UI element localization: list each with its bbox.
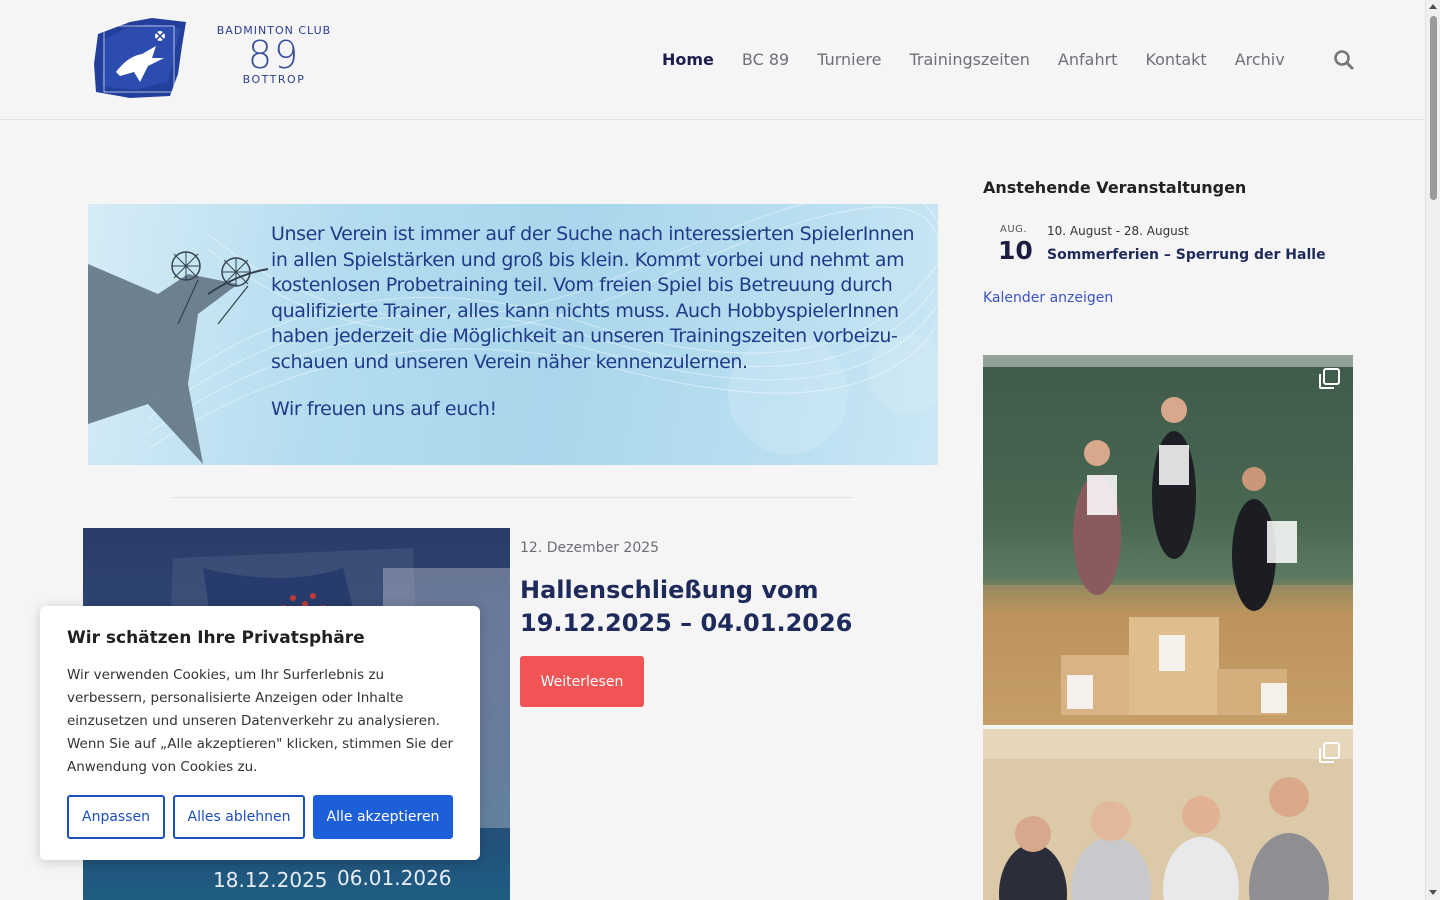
team-photo-illustration [983, 729, 1353, 900]
event-month: AUG. [1000, 224, 1028, 235]
banner-text: Unser Verein ist immer auf der Suche nac… [271, 222, 931, 423]
nav-item-anfahrt[interactable]: Anfahrt [1044, 46, 1132, 74]
cookie-title: Wir schätzen Ihre Privatsphäre [67, 628, 365, 648]
scroll-thumb[interactable] [1430, 16, 1437, 200]
multiple-images-icon [1319, 742, 1340, 763]
cookie-accept-all-button[interactable]: Alle akzeptieren [313, 795, 453, 839]
nav-item-home[interactable]: Home [648, 46, 728, 74]
nav-item-turniere[interactable]: Turniere [803, 46, 895, 74]
logo-text: BADMINTON CLUB 89 BOTTROP [208, 24, 340, 86]
upcoming-events-title: Anstehende Veranstaltungen [983, 178, 1247, 197]
section-divider [172, 497, 854, 498]
cookie-consent-dialog: Wir schätzen Ihre Privatsphäre Wir verwe… [40, 606, 480, 860]
show-calendar-link[interactable]: Kalender anzeigen [983, 290, 1113, 306]
post-date: 12. Dezember 2025 [520, 540, 660, 556]
thumbnail-date-start: 18.12.2025 [213, 868, 328, 892]
scroll-down-arrow-icon[interactable] [1429, 890, 1437, 895]
read-more-button[interactable]: Weiterlesen [520, 656, 644, 707]
main-navigation: Home BC 89 Turniere Trainingszeiten Anfa… [648, 46, 1299, 74]
cookie-customize-button[interactable]: Anpassen [67, 795, 165, 839]
thumbnail-date-end: 06.01.2026 [337, 866, 452, 890]
cookie-reject-all-button[interactable]: Alles ablehnen [173, 795, 305, 839]
banner-paragraph: Unser Verein ist immer auf der Suche nac… [271, 223, 915, 373]
search-button[interactable] [1330, 46, 1358, 74]
search-icon [1334, 50, 1354, 70]
event-date-range: 10. August - 28. August [1047, 224, 1189, 238]
instagram-photo[interactable] [983, 355, 1353, 725]
event-day: 10 [998, 236, 1033, 265]
nav-item-kontakt[interactable]: Kontakt [1131, 46, 1220, 74]
event-item[interactable]: AUG. 10 10. August - 28. August Sommerfe… [983, 222, 1363, 272]
multiple-images-icon [1319, 368, 1340, 389]
scroll-up-arrow-icon[interactable] [1429, 4, 1437, 9]
page-scrollbar[interactable] [1425, 0, 1440, 900]
nav-item-bc89[interactable]: BC 89 [728, 46, 803, 74]
cookie-text: Wir verwenden Cookies, um Ihr Surferlebn… [67, 667, 454, 775]
site-header: BADMINTON CLUB 89 BOTTROP Home BC 89 Tur… [0, 0, 1425, 120]
welcome-banner: Unser Verein ist immer auf der Suche nac… [88, 204, 938, 465]
nav-item-archiv[interactable]: Archiv [1221, 46, 1299, 74]
podium-photo-illustration [983, 355, 1353, 725]
nav-item-trainingszeiten[interactable]: Trainingszeiten [896, 46, 1044, 74]
logo-club-number: 89 [247, 33, 301, 77]
event-title-link[interactable]: Sommerferien – Sperrung der Halle [1047, 247, 1326, 263]
instagram-photo[interactable] [983, 729, 1353, 900]
post-title[interactable]: Hallenschließung vom 19.12.2025 – 04.01.… [520, 574, 930, 640]
logo-city: BOTTROP [242, 73, 306, 86]
banner-closing: Wir freuen uns auf euch! [271, 398, 497, 420]
logo-shuttle-icon [94, 18, 186, 98]
site-logo[interactable]: BADMINTON CLUB 89 BOTTROP [90, 16, 340, 102]
